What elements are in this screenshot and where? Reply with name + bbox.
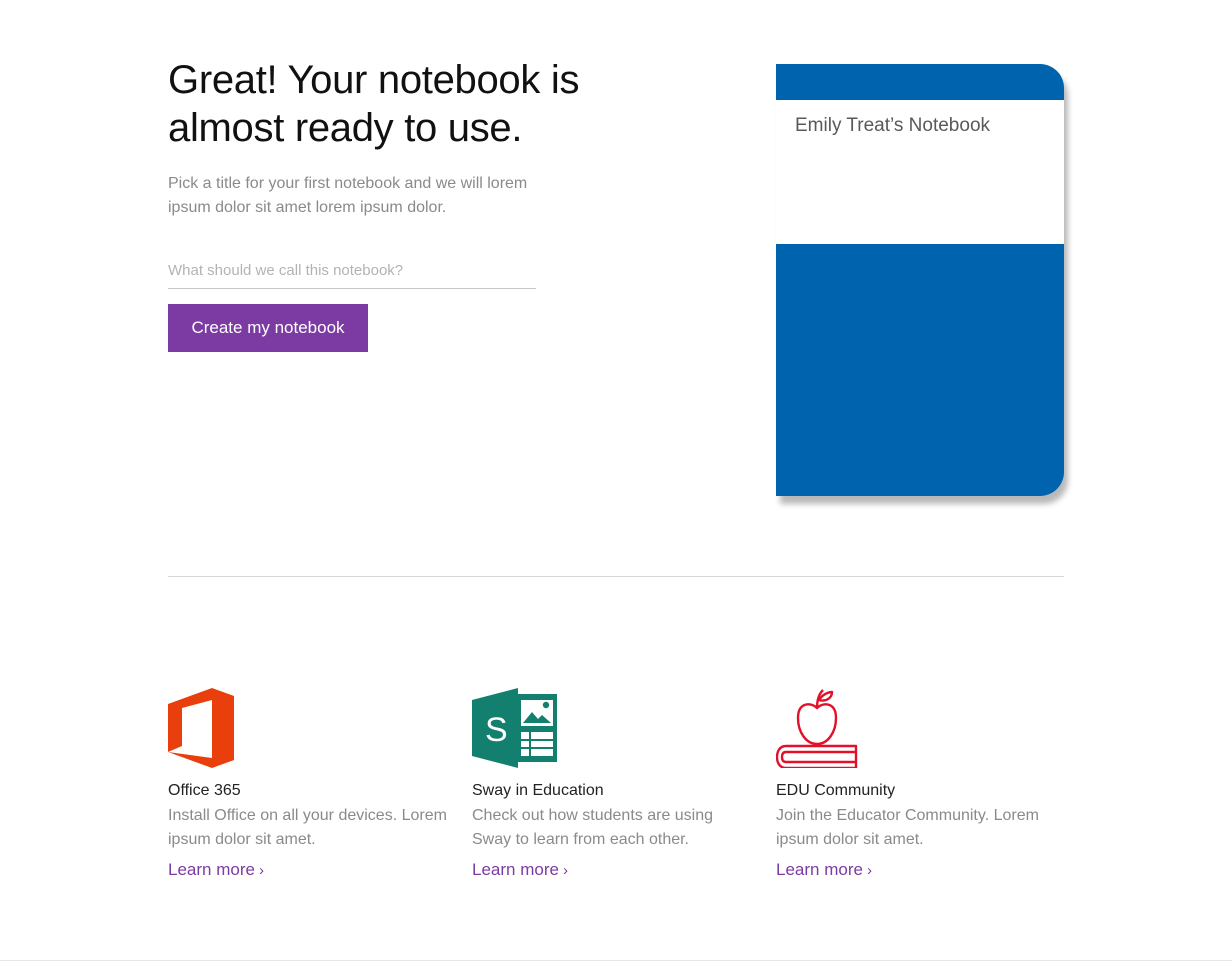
- create-notebook-button[interactable]: Create my notebook: [168, 304, 368, 352]
- learn-more-link[interactable]: Learn more ›: [472, 860, 568, 880]
- apple-book-icon: [776, 689, 858, 768]
- notebook-preview: Emily Treat’s Notebook: [776, 64, 1064, 496]
- card-title: Office 365: [168, 782, 241, 799]
- office-365-icon: [168, 688, 234, 768]
- page-subtitle: Pick a title for your first notebook and…: [168, 175, 528, 216]
- card-title: Sway in Education: [472, 782, 604, 799]
- learn-more-link[interactable]: Learn more ›: [168, 860, 264, 880]
- section-divider: [168, 576, 1064, 577]
- link-label: Learn more: [776, 860, 863, 879]
- sway-icon: S: [472, 688, 557, 768]
- notebook-preview-title: Emily Treat’s Notebook: [795, 115, 991, 136]
- learn-more-link[interactable]: Learn more ›: [776, 860, 872, 880]
- notebook-label: Emily Treat’s Notebook: [776, 100, 1064, 244]
- link-label: Learn more: [168, 860, 255, 879]
- chevron-right-icon: ›: [866, 862, 872, 879]
- page-title: Great! Your notebook is almost ready to …: [168, 58, 580, 150]
- chevron-right-icon: ›: [258, 862, 264, 879]
- card-description: Join the Educator Community. Lorem ipsum…: [776, 807, 1039, 848]
- link-label: Learn more: [472, 860, 559, 879]
- chevron-right-icon: ›: [562, 862, 568, 879]
- card-description: Check out how students are using Sway to…: [472, 807, 714, 848]
- svg-text:S: S: [485, 711, 508, 749]
- card-title: EDU Community: [776, 782, 896, 799]
- footer-divider: [0, 960, 1232, 961]
- card-description: Install Office on all your devices. Lore…: [168, 807, 447, 848]
- notebook-name-input[interactable]: [168, 258, 536, 289]
